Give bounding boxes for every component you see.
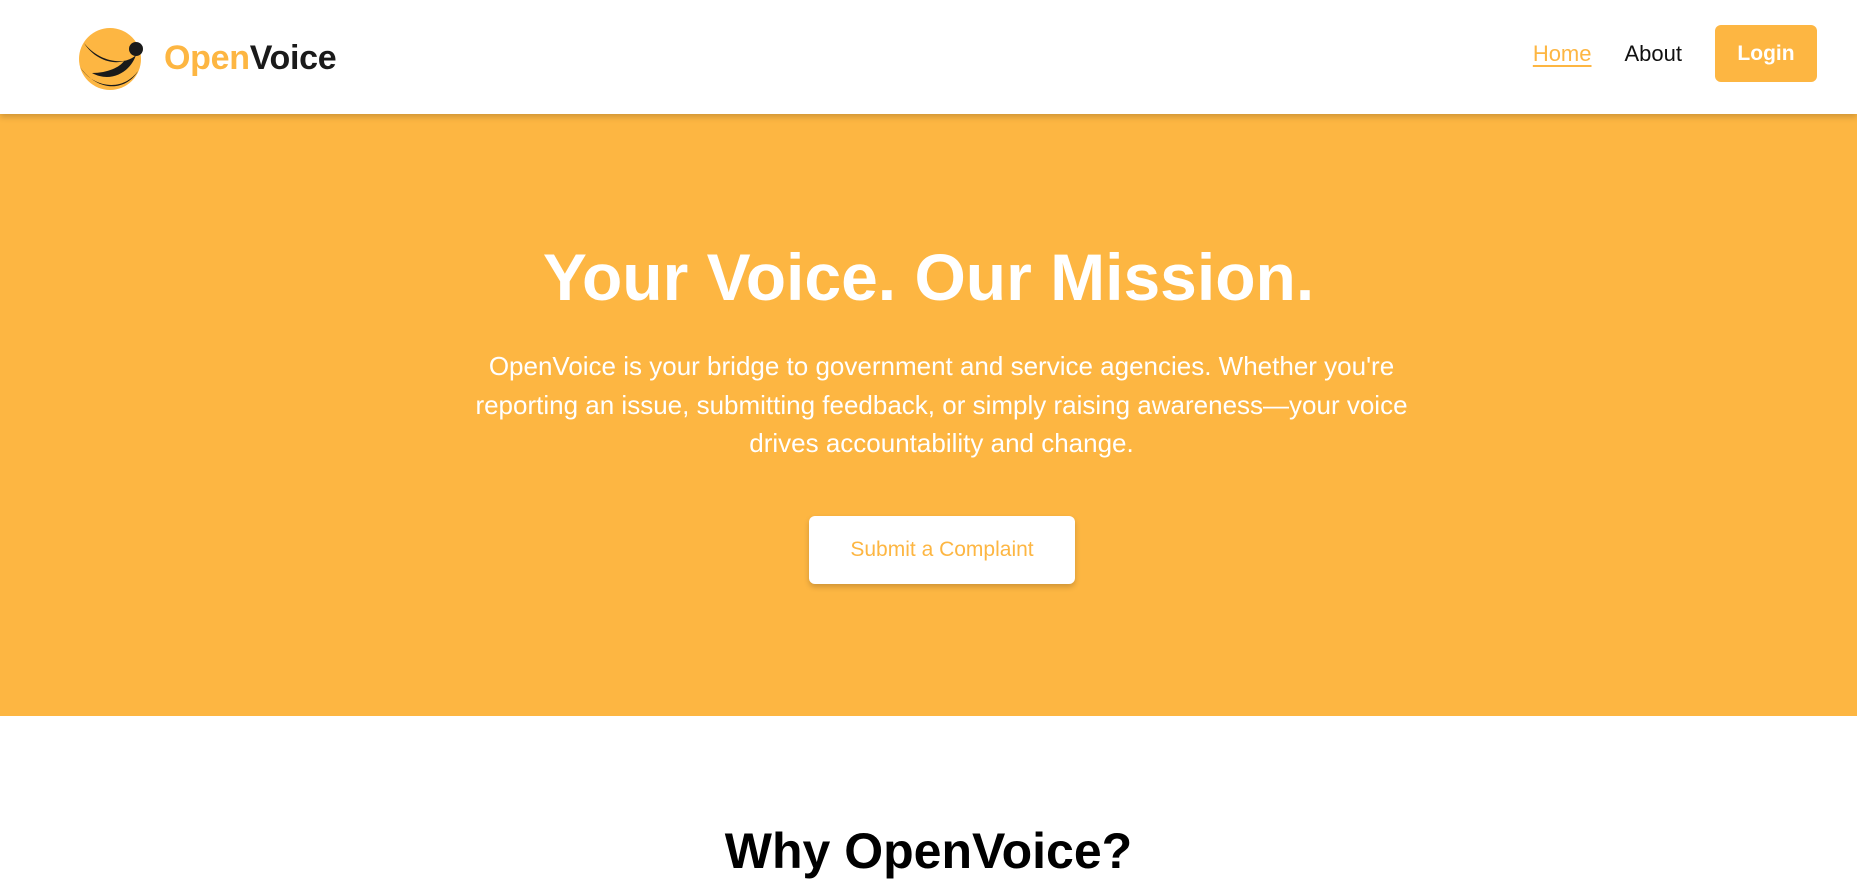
brand-name-suffix: Voice — [249, 39, 337, 77]
hero-description: OpenVoice is your bridge to government a… — [475, 351, 1408, 458]
hero-title: Your Voice. Our Mission. — [542, 240, 1315, 314]
why-section-title: Why OpenVoice? — [724, 823, 1133, 879]
hero-section: Your Voice. Our Mission. OpenVoice is yo… — [0, 114, 1857, 716]
main-nav: Home About Login — [1533, 25, 1817, 82]
login-button[interactable]: Login — [1715, 25, 1817, 82]
nav-about-link[interactable]: About — [1625, 41, 1683, 67]
openvoice-logo-icon — [79, 28, 143, 90]
brand-home-link[interactable]: OpenVoice — [78, 25, 337, 91]
brand-name: OpenVoice — [164, 39, 337, 77]
nav-home-link[interactable]: Home — [1533, 41, 1592, 67]
submit-complaint-button[interactable]: Submit a Complaint — [809, 516, 1075, 584]
site-header: OpenVoice Home About Login — [0, 0, 1857, 114]
brand-name-prefix: Open — [164, 39, 250, 77]
